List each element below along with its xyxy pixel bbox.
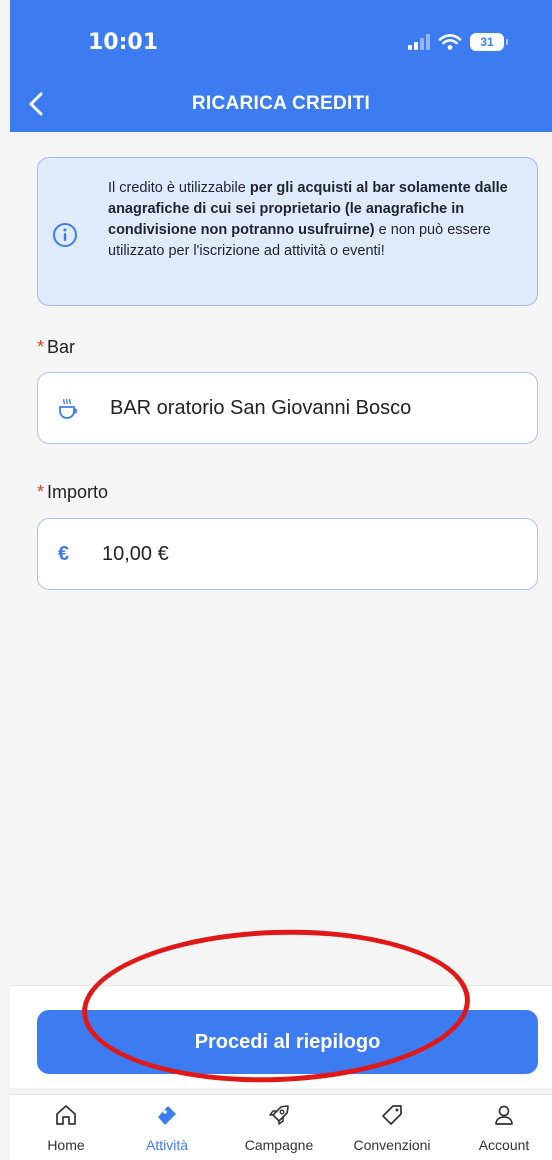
importo-label-text: Importo: [47, 482, 109, 502]
user-icon: [495, 1105, 513, 1125]
bar-select[interactable]: BAR oratorio San Giovanni Bosco: [37, 372, 538, 444]
tab-convenzioni-label: Convenzioni: [353, 1137, 431, 1153]
tab-home[interactable]: Home: [18, 1103, 114, 1153]
status-time: 10:01: [88, 30, 159, 55]
coffee-cup-icon: [59, 398, 78, 419]
tab-campagne-label: Campagne: [244, 1137, 314, 1153]
importo-label: * Importo: [37, 482, 108, 503]
tab-attivita[interactable]: Attività: [119, 1103, 215, 1153]
bar-label: * Bar: [37, 337, 75, 358]
bar-label-text: Bar: [47, 337, 76, 357]
ticket-icon: [158, 1106, 176, 1125]
tab-attivita-label: Attività: [145, 1137, 188, 1153]
status-icons: 31: [408, 33, 508, 51]
tab-home-label: Home: [47, 1137, 85, 1153]
bar-value: BAR oratorio San Giovanni Bosco: [110, 397, 412, 419]
home-icon: [56, 1105, 76, 1125]
euro-icon: €: [58, 543, 70, 565]
tab-campagne[interactable]: Campagne: [231, 1103, 327, 1153]
tag-icon: [382, 1105, 402, 1125]
bottom-tab-bar: Home Attività Campagne Convenzioni Accou…: [10, 1094, 552, 1160]
signal-icon: [408, 34, 430, 50]
importo-input[interactable]: € 10,00 €: [37, 518, 538, 590]
required-mark: *: [37, 337, 45, 357]
battery-icon: 31: [470, 33, 508, 51]
app-header: 10:01 31 RICARICA CREDITI: [10, 0, 552, 132]
tab-account[interactable]: Account: [456, 1103, 552, 1153]
proceed-button[interactable]: Procedi al riepilogo: [37, 1010, 538, 1074]
page-title: RICARICA CREDITI: [191, 93, 371, 114]
tab-account-label: Account: [478, 1137, 530, 1153]
required-mark: *: [37, 482, 45, 502]
info-text-part1: Il credito è utilizzabile: [108, 180, 250, 196]
info-icon: [53, 223, 77, 247]
rocket-icon: [269, 1105, 289, 1125]
info-text: Il credito è utilizzabile per gli acquis…: [108, 178, 523, 262]
importo-value: 10,00 €: [102, 543, 169, 565]
wifi-icon: [438, 34, 462, 50]
tab-convenzioni[interactable]: Convenzioni: [344, 1103, 440, 1153]
info-box: Il credito è utilizzabile per gli acquis…: [37, 157, 538, 306]
